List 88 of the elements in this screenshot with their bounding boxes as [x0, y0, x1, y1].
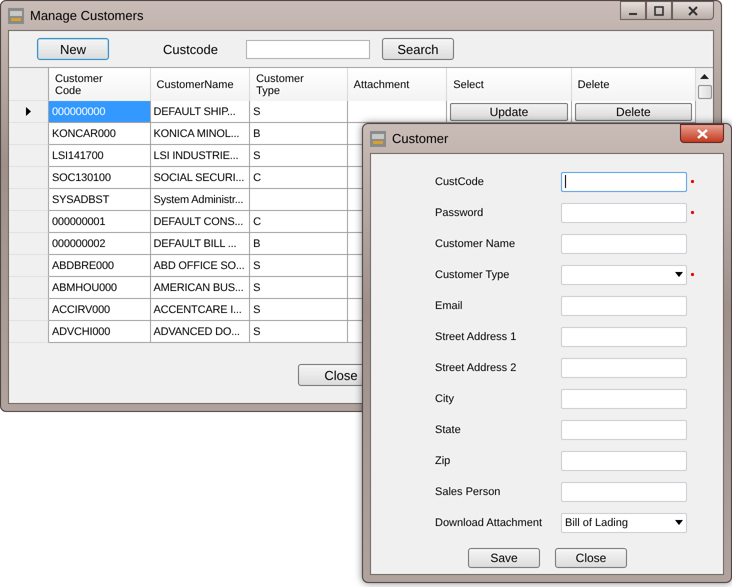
- column-header[interactable]: CustomerName: [150, 68, 250, 101]
- table-cell: 000000002: [49, 233, 151, 255]
- table-cell: 000000001: [49, 211, 151, 233]
- table-cell: DEFAULT BILL ...: [150, 233, 250, 255]
- table-cell: B: [250, 233, 348, 255]
- table-cell: ADVCHI000: [49, 321, 151, 343]
- table-cell: 000000000: [49, 101, 151, 123]
- table-cell: SOCIAL SECURI...: [150, 167, 250, 189]
- table-cell: S: [250, 299, 348, 321]
- field-label: City: [435, 392, 455, 404]
- table-cell: S: [250, 145, 348, 167]
- column-header[interactable]: Select: [447, 68, 572, 101]
- close-button[interactable]: [672, 1, 714, 20]
- search-field[interactable]: [246, 40, 370, 58]
- input-field[interactable]: [561, 358, 687, 378]
- table-cell: B: [250, 123, 348, 145]
- table-cell: ACCENTCARE I...: [150, 299, 250, 321]
- app-icon: [8, 8, 24, 24]
- app-icon: [370, 130, 386, 146]
- table-cell: ABMHOU000: [49, 277, 151, 299]
- input-field[interactable]: [561, 420, 687, 440]
- maximize-icon: [654, 6, 664, 16]
- close-icon: [696, 128, 708, 138]
- input-field[interactable]: [561, 450, 687, 470]
- table-cell: LSI141700: [49, 145, 151, 167]
- input-field[interactable]: [561, 482, 687, 502]
- scroll-up-icon[interactable]: [700, 74, 710, 79]
- field-label: Email: [435, 300, 464, 312]
- close-button[interactable]: [680, 124, 724, 143]
- dropdown[interactable]: Bill of Lading: [561, 512, 687, 532]
- column-header[interactable]: Customer Type: [250, 68, 348, 101]
- save-button[interactable]: Save: [468, 548, 540, 568]
- window-title: Manage Customers: [30, 8, 144, 23]
- table-cell: KONICA MINOL...: [150, 123, 250, 145]
- field-label: State: [435, 424, 462, 436]
- table-cell: S: [250, 255, 348, 277]
- field-label: CustCode: [435, 176, 485, 188]
- column-header[interactable]: Delete: [572, 68, 696, 101]
- table-cell: C: [250, 167, 348, 189]
- table-cell: AMERICAN BUS...: [150, 277, 250, 299]
- input-field[interactable]: [561, 326, 687, 346]
- field-label: Sales Person: [435, 486, 502, 498]
- dropdown-arrow-icon: [675, 272, 683, 277]
- close-icon: [688, 6, 698, 16]
- table-cell: KONCAR000: [49, 123, 151, 145]
- field-label: Street Address 1: [435, 330, 518, 342]
- table-cell: S: [250, 277, 348, 299]
- field-label: Download Attachment: [435, 516, 544, 528]
- dialog-title: Customer: [392, 131, 448, 146]
- column-header[interactable]: Attachment: [348, 68, 448, 101]
- table-cell: DEFAULT CONS...: [150, 211, 250, 233]
- table-cell: ABDBRE000: [49, 255, 151, 277]
- table-cell: System Administr...: [150, 189, 250, 211]
- table-cell: C: [250, 211, 348, 233]
- minimize-icon: [629, 12, 637, 14]
- column-header[interactable]: Customer Code: [49, 68, 151, 101]
- custcode-label: Custcode: [163, 42, 218, 56]
- input-field[interactable]: [561, 234, 687, 254]
- input-field[interactable]: [561, 388, 687, 408]
- table-cell: ACCIRV000: [49, 299, 151, 321]
- table-cell: SYSADBST: [49, 189, 151, 211]
- update-button[interactable]: Update: [450, 102, 568, 120]
- close-button[interactable]: Close: [555, 548, 627, 568]
- field-label: Street Address 2: [435, 362, 518, 374]
- table-cell: SOC130100: [49, 167, 151, 189]
- scrollbar-thumb[interactable]: [698, 85, 712, 99]
- maximize-button[interactable]: [646, 1, 672, 20]
- table-cell: LSI INDUSTRIE...: [150, 145, 250, 167]
- dropdown[interactable]: [561, 264, 687, 284]
- table-cell: DEFAULT SHIP...: [150, 101, 250, 123]
- table-cell: S: [250, 101, 348, 123]
- row-header[interactable]: [9, 101, 49, 123]
- input-field[interactable]: [561, 202, 687, 222]
- table-cell: S: [250, 321, 348, 343]
- current-row-icon: [26, 107, 31, 116]
- search-button[interactable]: Search: [382, 38, 454, 60]
- table-cell: ABD OFFICE SO...: [150, 255, 250, 277]
- dropdown-arrow-icon: [675, 520, 683, 525]
- minimize-button[interactable]: [620, 1, 646, 20]
- delete-button[interactable]: Delete: [574, 102, 692, 120]
- input-field[interactable]: [561, 296, 687, 316]
- table-cell: ADVANCED DO...: [150, 321, 250, 343]
- field-label: Password: [435, 206, 484, 218]
- field-label: Zip: [435, 454, 452, 466]
- new-button[interactable]: New: [37, 38, 109, 60]
- input-field[interactable]: [561, 172, 687, 192]
- field-label: Customer Name: [435, 238, 516, 250]
- field-label: Customer Type: [435, 268, 510, 280]
